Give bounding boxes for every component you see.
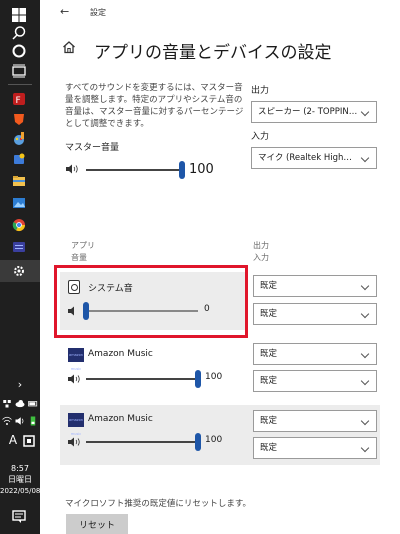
app-icon[interactable] (10, 150, 28, 168)
reset-description: マイクロソフト推奨の既定値にリセットします。 (65, 499, 251, 509)
clock-time[interactable]: 8:57 (0, 464, 40, 474)
master-speaker-icon[interactable] (66, 164, 80, 174)
output-device-dropdown[interactable]: スピーカー (2- TOPPIN… (251, 101, 377, 123)
input-label: 入力 (251, 132, 270, 142)
app-speaker-icon[interactable] (68, 437, 82, 447)
amazon-music-taskbar-icon[interactable] (10, 238, 28, 256)
column-header-output: 出力 (253, 241, 269, 250)
chevron-down-icon (360, 376, 370, 386)
app-tray-icon[interactable] (27, 412, 39, 430)
app-row-amazon-music: amazon music Amazon Music 100 既定 既定 (60, 405, 380, 465)
app-volume-track[interactable] (86, 441, 198, 443)
column-header-input: 入力 (253, 253, 269, 262)
chevron-down-icon (360, 281, 370, 291)
paint-icon[interactable] (10, 130, 28, 148)
taskbar: F › A 8:57 日曜日 2022/05/08 (0, 0, 40, 534)
file-explorer-icon[interactable] (10, 172, 28, 190)
show-hidden-icons-chevron[interactable]: › (0, 379, 40, 390)
taskbar-divider (8, 84, 32, 85)
red-highlight-box (54, 265, 248, 338)
page-title: アプリの音量とデバイスの設定 (94, 43, 332, 63)
master-volume-track[interactable] (86, 169, 182, 171)
chevron-down-icon (360, 443, 370, 453)
clock-day: 日曜日 (8, 475, 32, 484)
app-output-value: 既定 (260, 349, 278, 359)
app-volume-thumb[interactable] (195, 433, 201, 451)
app-input-value: 既定 (260, 309, 278, 319)
app-input-dropdown[interactable]: 既定 (253, 303, 377, 325)
app-input-value: 既定 (260, 443, 278, 453)
amazon-music-icon: amazon music (68, 413, 84, 436)
master-volume-thumb[interactable] (179, 161, 185, 179)
app-name: Amazon Music (88, 349, 153, 359)
app-volume-thumb[interactable] (195, 370, 201, 388)
chevron-down-icon (360, 349, 370, 359)
notification-icon[interactable] (10, 507, 28, 525)
chrome-icon[interactable] (10, 216, 28, 234)
output-device-value: スピーカー (2- TOPPIN… (258, 107, 358, 117)
app-output-dropdown[interactable]: 既定 (253, 410, 377, 432)
back-button[interactable]: ← (60, 5, 69, 18)
app-speaker-icon[interactable] (68, 374, 82, 384)
app-row-amazon-music: amazon music Amazon Music 100 (60, 340, 248, 398)
reset-button[interactable]: リセット (66, 514, 128, 534)
master-volume-value: 100 (189, 162, 214, 177)
brave-icon[interactable] (10, 110, 28, 128)
ime-mode-icon[interactable] (20, 432, 38, 450)
column-header-volume: 音量 (71, 253, 87, 262)
photos-icon[interactable] (10, 194, 28, 212)
app-input-dropdown[interactable]: 既定 (253, 370, 377, 392)
app-output-value: 既定 (260, 281, 278, 291)
wifi-tray-icon[interactable] (1, 412, 13, 430)
home-icon[interactable] (62, 40, 76, 54)
app-output-dropdown[interactable]: 既定 (253, 275, 377, 297)
app-input-value: 既定 (260, 376, 278, 386)
search-icon[interactable] (10, 24, 28, 42)
settings-taskbar-icon[interactable] (10, 262, 28, 280)
chevron-down-icon (360, 107, 370, 117)
master-volume-label: マスター音量 (65, 143, 120, 153)
clock-date: 2022/05/08 (0, 487, 41, 495)
chevron-down-icon (360, 153, 370, 163)
app-volume-value: 100 (205, 372, 223, 382)
cloud-tray-icon[interactable] (14, 394, 26, 412)
app-name: Amazon Music (88, 414, 153, 424)
master-description: すべてのサウンドを変更するには、マスター音量を調整します。特定のアプリやシステム… (65, 83, 244, 129)
app-output-value: 既定 (260, 416, 278, 426)
svg-text:F: F (16, 96, 21, 106)
output-label: 出力 (251, 86, 270, 96)
app-output-dropdown[interactable]: 既定 (253, 343, 377, 365)
battery-tray-icon[interactable] (27, 394, 39, 412)
volume-tray-icon[interactable] (14, 412, 26, 430)
start-icon[interactable] (10, 6, 28, 24)
input-device-dropdown[interactable]: マイク (Realtek High… (251, 147, 377, 169)
chevron-down-icon (360, 309, 370, 319)
settings-window: ← 設定 アプリの音量とデバイスの設定 すべてのサウンドを変更するには、マスター… (40, 0, 400, 534)
amazon-music-icon: amazon music (68, 348, 84, 371)
window-title: 設定 (90, 8, 106, 17)
app-volume-track[interactable] (86, 378, 198, 380)
app-volume-value: 100 (205, 435, 223, 445)
task-view-icon[interactable] (10, 62, 28, 80)
app-input-dropdown[interactable]: 既定 (253, 437, 377, 459)
network-tray-icon[interactable] (1, 394, 13, 412)
column-header-app: アプリ (71, 241, 95, 250)
input-device-value: マイク (Realtek High… (258, 153, 352, 163)
chevron-down-icon (360, 416, 370, 426)
filezilla-icon[interactable]: F (10, 90, 28, 108)
cortana-icon[interactable] (10, 42, 28, 60)
